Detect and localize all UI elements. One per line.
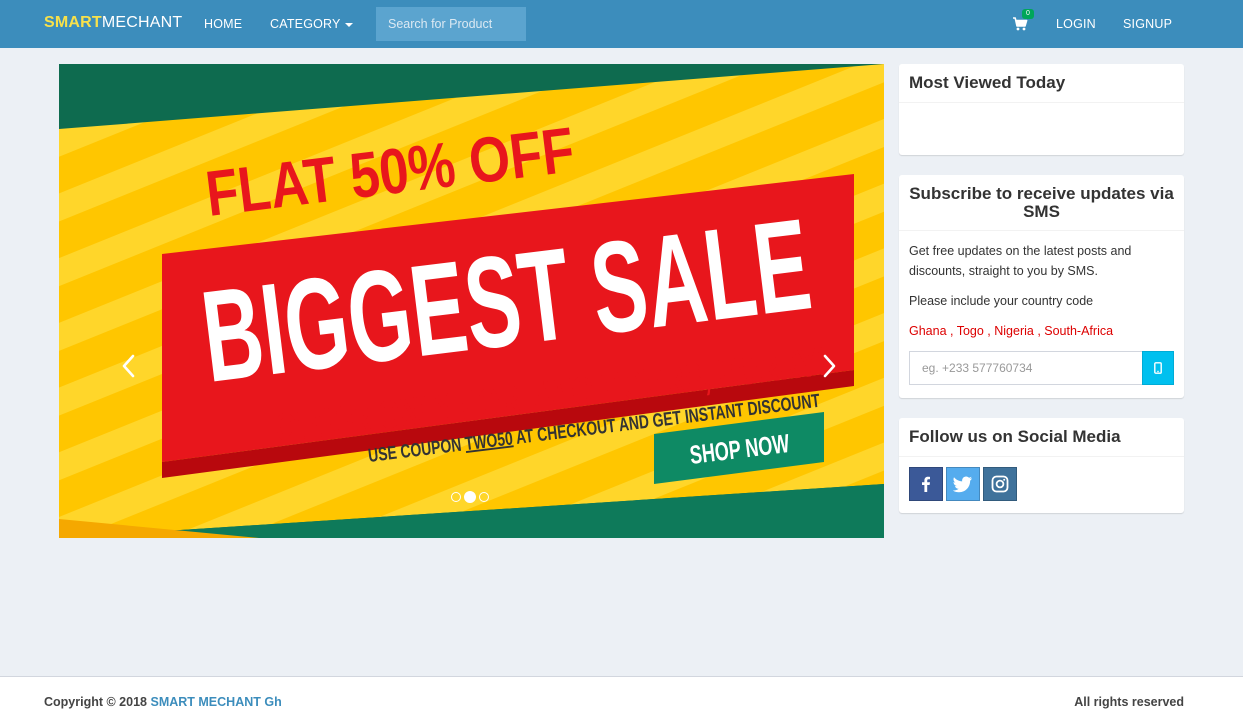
brand-part1: SMART <box>44 14 102 31</box>
top-navbar: SMARTMECHANT HOME CATEGORY 0 LOGIN SIGNU… <box>0 0 1243 48</box>
subscribe-countries: Ghana , Togo , Nigeria , South-Africa <box>909 324 1114 338</box>
footer-copyright-text: Copyright © 2018 <box>44 695 147 709</box>
facebook-icon <box>922 476 930 492</box>
most-viewed-title: Most Viewed Today <box>899 64 1184 103</box>
footer-org-link[interactable]: SMART MECHANT Gh <box>150 695 281 709</box>
sms-form <box>909 351 1174 385</box>
footer-copyright: Copyright © 2018 SMART MECHANT Gh <box>44 695 282 709</box>
carousel-indicators <box>451 491 489 503</box>
caret-down-icon <box>344 22 353 27</box>
sms-subscribe-button[interactable] <box>1142 351 1174 385</box>
nav-home[interactable]: HOME <box>204 17 242 31</box>
nav-signup[interactable]: SIGNUP <box>1123 17 1172 31</box>
subscribe-note: Please include your country code <box>909 294 1094 308</box>
social-body <box>899 457 1184 511</box>
cart-count-badge: 0 <box>1022 9 1034 19</box>
subscribe-box: Subscribe to receive updates via SMS Get… <box>899 175 1184 398</box>
subscribe-description: Get free updates on the latest posts and… <box>909 244 1132 278</box>
carousel-prev-arrow-icon[interactable] <box>119 350 139 382</box>
instagram-link[interactable] <box>983 467 1017 501</box>
social-box: Follow us on Social Media <box>899 418 1184 513</box>
nav-category-label: CATEGORY <box>270 17 341 31</box>
phone-number-input[interactable] <box>909 351 1143 385</box>
carousel-indicator-3[interactable] <box>479 492 489 502</box>
most-viewed-box: Most Viewed Today <box>899 64 1184 155</box>
instagram-icon <box>991 475 1009 493</box>
mobile-phone-icon <box>1154 362 1162 374</box>
social-links <box>909 467 1174 501</box>
page-footer: Copyright © 2018 SMART MECHANT Gh All ri… <box>0 676 1243 722</box>
twitter-icon <box>953 476 972 493</box>
carousel-next-arrow-icon[interactable] <box>819 350 839 382</box>
nav-category-dropdown[interactable]: CATEGORY <box>270 17 353 31</box>
promo-carousel[interactable]: FLAT 50% OFF BIGGEST SALE OFFER ONLY FOR… <box>59 64 884 538</box>
twitter-link[interactable] <box>946 467 980 501</box>
carousel-indicator-2[interactable] <box>464 491 476 503</box>
brand-part2: MECHANT <box>101 14 183 31</box>
social-title: Follow us on Social Media <box>899 418 1184 457</box>
subscribe-title: Subscribe to receive updates via SMS <box>899 175 1184 231</box>
carousel-indicator-1[interactable] <box>451 492 461 502</box>
nav-login[interactable]: LOGIN <box>1056 17 1096 31</box>
brand-logo[interactable]: SMARTMECHANT <box>44 14 182 32</box>
search-input[interactable] <box>376 7 526 41</box>
footer-rights: All rights reserved <box>1074 695 1184 709</box>
sale-banner-image[interactable]: FLAT 50% OFF BIGGEST SALE OFFER ONLY FOR… <box>59 64 884 538</box>
facebook-link[interactable] <box>909 467 943 501</box>
subscribe-body: Get free updates on the latest posts and… <box>899 231 1184 395</box>
